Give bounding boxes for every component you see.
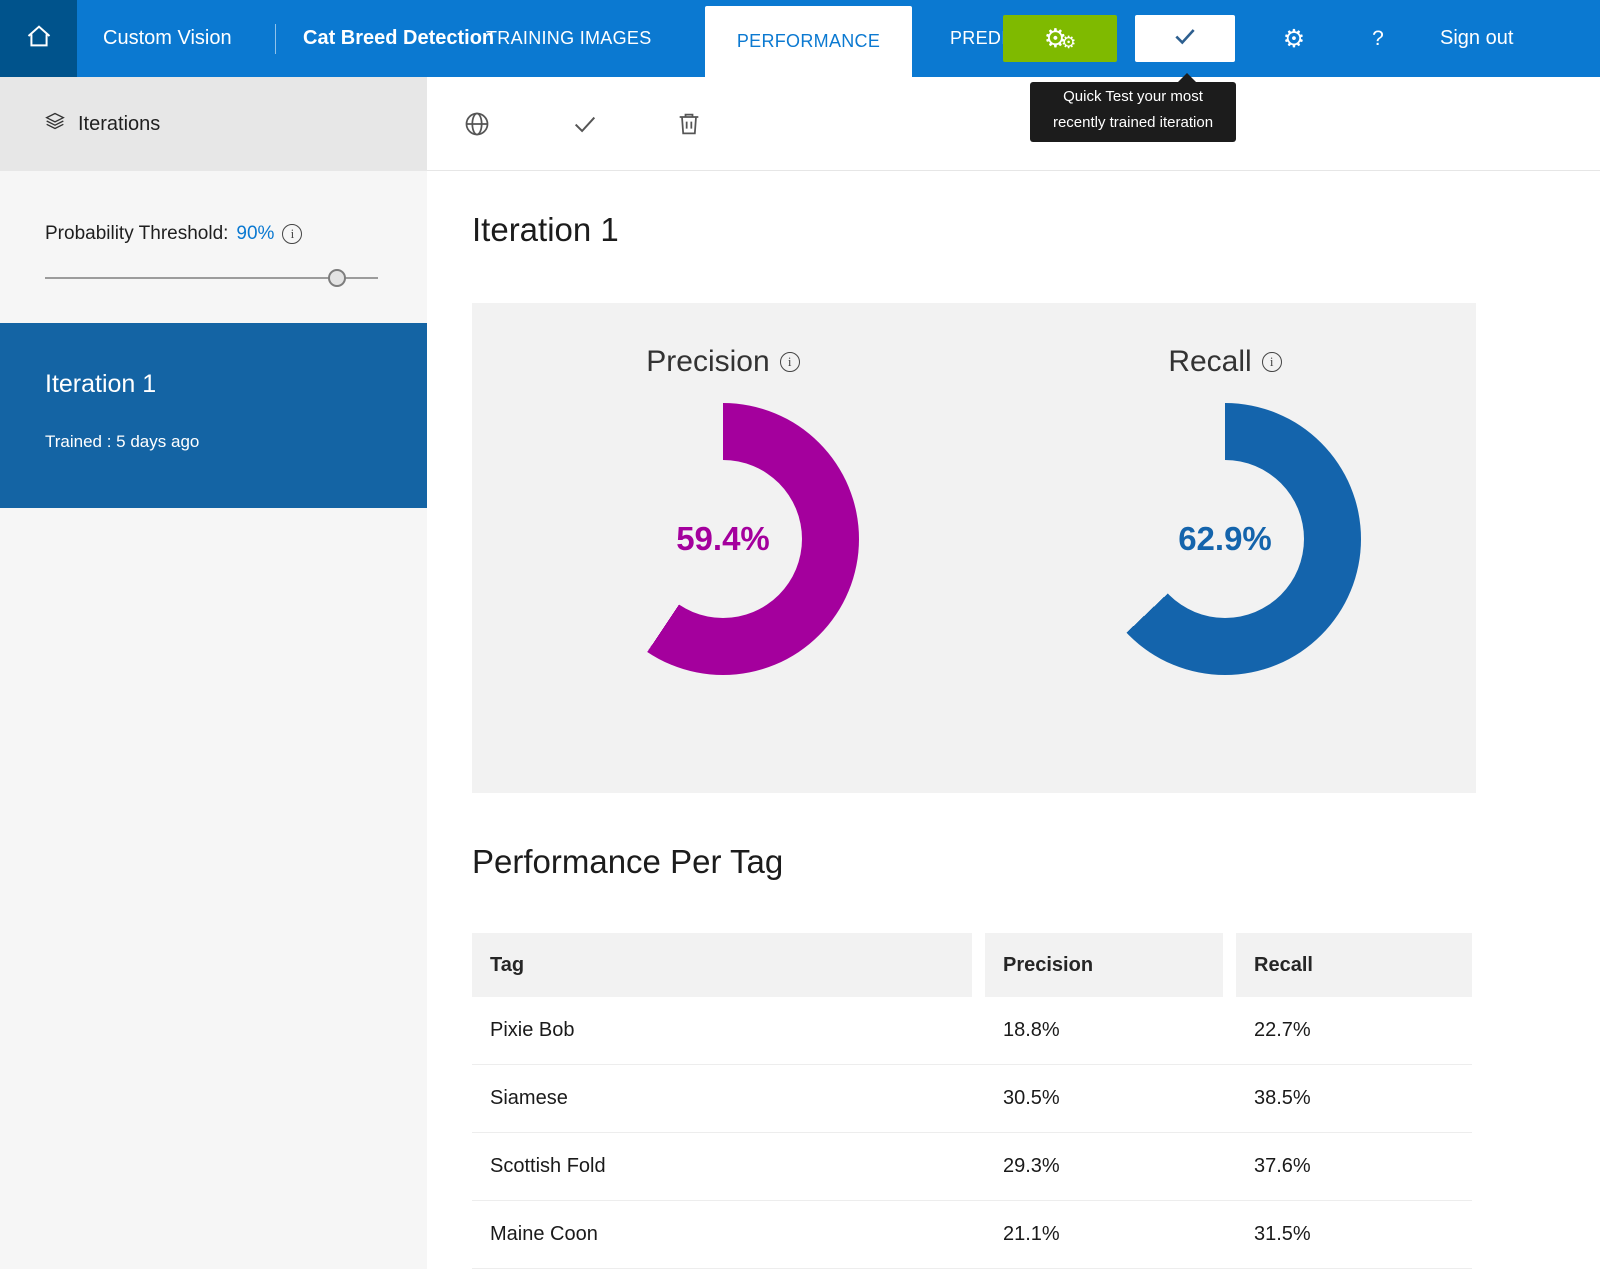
threshold-label: Probability Threshold: — [45, 223, 228, 245]
recall-title: Recall — [1168, 345, 1251, 379]
gear-icon: ⚙ — [1283, 26, 1305, 51]
quick-test-toolbar-button[interactable] — [571, 110, 599, 138]
iteration-detail-panel: Iteration 1 Precision i 59.4% Recall i — [427, 171, 1600, 1269]
iteration-toolbar — [427, 77, 1600, 171]
globe-icon — [463, 125, 491, 142]
tag-name: Pixie Bob — [472, 997, 972, 1064]
column-header-tag: Tag — [472, 933, 972, 997]
probability-threshold-slider[interactable] — [45, 269, 378, 287]
tab-performance[interactable]: PERFORMANCE — [705, 6, 912, 77]
performance-per-tag-heading: Performance Per Tag — [472, 843, 783, 881]
recall-info-icon[interactable]: i — [1262, 352, 1282, 372]
precision-value: 59.4% — [587, 403, 859, 675]
page-title: Iteration 1 — [472, 211, 619, 249]
iteration-trained-date: Trained : 5 days ago — [45, 432, 199, 452]
tag-name: Scottish Fold — [472, 1133, 972, 1200]
custom-vision-page: Custom Vision Cat Breed Detection TRAINI… — [0, 0, 1600, 1269]
trash-icon — [675, 125, 703, 142]
help-button[interactable]: ? — [1365, 0, 1391, 77]
recall-value: 62.9% — [1089, 403, 1361, 675]
column-header-recall: Recall — [1236, 933, 1472, 997]
precision-title: Precision — [646, 345, 769, 379]
top-bar: Custom Vision Cat Breed Detection TRAINI… — [0, 0, 1600, 77]
metrics-panel: Precision i 59.4% Recall i 62.9% — [472, 303, 1476, 793]
slider-thumb[interactable] — [328, 269, 346, 287]
threshold-info-icon[interactable]: i — [282, 224, 302, 244]
publish-button[interactable] — [463, 110, 491, 138]
settings-button[interactable]: ⚙ — [1276, 0, 1312, 77]
tag-recall: 31.5% — [1236, 1201, 1472, 1268]
performance-table: Tag Precision Recall Pixie Bob 18.8% 22.… — [472, 933, 1472, 1269]
tag-recall: 38.5% — [1236, 1065, 1472, 1132]
delete-iteration-button[interactable] — [675, 110, 703, 138]
tag-recall: 22.7% — [1236, 997, 1472, 1064]
tag-precision: 21.1% — [985, 1201, 1223, 1268]
table-row: Scottish Fold 29.3% 37.6% — [472, 1133, 1472, 1201]
header-divider — [275, 24, 276, 54]
tag-precision: 30.5% — [985, 1065, 1223, 1132]
check-icon — [1172, 23, 1198, 54]
tag-precision: 18.8% — [985, 997, 1223, 1064]
probability-threshold: Probability Threshold: 90% i — [45, 223, 385, 287]
iteration-name: Iteration 1 — [45, 370, 156, 399]
home-icon — [25, 22, 53, 55]
iterations-sidebar: Iterations Probability Threshold: 90% i … — [0, 77, 427, 1269]
quick-test-button[interactable] — [1135, 15, 1235, 62]
quick-test-tooltip: Quick Test your most recently trained it… — [1030, 82, 1236, 142]
iterations-label: Iterations — [78, 113, 160, 136]
table-row: Maine Coon 21.1% 31.5% — [472, 1201, 1472, 1269]
tag-name: Maine Coon — [472, 1201, 972, 1268]
home-button[interactable] — [0, 0, 77, 77]
tab-training-images[interactable]: TRAINING IMAGES — [486, 0, 652, 77]
iterations-header: Iterations — [0, 77, 427, 171]
table-row: Siamese 30.5% 38.5% — [472, 1065, 1472, 1133]
table-header-row: Tag Precision Recall — [472, 933, 1472, 997]
threshold-value[interactable]: 90% — [236, 223, 274, 245]
tag-recall: 37.6% — [1236, 1133, 1472, 1200]
iteration-list-item-selected[interactable]: Iteration 1 Trained : 5 days ago — [0, 323, 427, 508]
precision-info-icon[interactable]: i — [780, 352, 800, 372]
table-row: Pixie Bob 18.8% 22.7% — [472, 997, 1472, 1065]
layers-icon — [45, 111, 65, 137]
precision-metric: Precision i 59.4% — [472, 303, 974, 793]
app-title[interactable]: Custom Vision — [103, 0, 232, 77]
gears-icon-small: ⚙ — [1061, 35, 1076, 52]
column-header-precision: Precision — [985, 933, 1223, 997]
quick-train-button[interactable]: ⚙ ⚙ — [1003, 15, 1117, 62]
check-icon — [571, 125, 599, 142]
project-title: Cat Breed Detection — [303, 0, 494, 77]
recall-metric: Recall i 62.9% — [974, 303, 1476, 793]
tag-name: Siamese — [472, 1065, 972, 1132]
tag-precision: 29.3% — [985, 1133, 1223, 1200]
sign-out-button[interactable]: Sign out — [1440, 0, 1513, 77]
tooltip-text: Quick Test your most recently trained it… — [1053, 88, 1213, 131]
